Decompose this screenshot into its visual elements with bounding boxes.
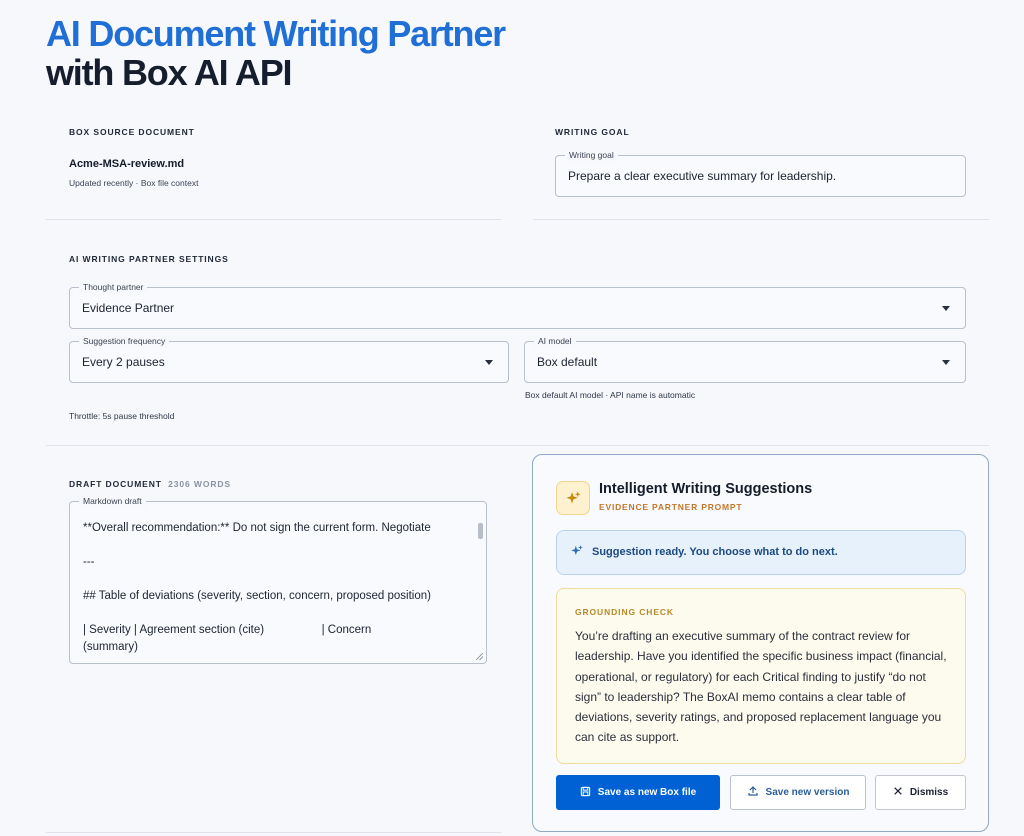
page-title: AI Document Writing Partner with Box AI … bbox=[46, 13, 506, 93]
save-as-new-box-file-button[interactable]: Save as new Box file bbox=[556, 775, 720, 810]
divider bbox=[46, 219, 502, 220]
ai-model-helper: Box default AI model · API name is autom… bbox=[525, 390, 696, 400]
panel-title: Intelligent Writing Suggestions bbox=[599, 481, 813, 497]
grounding-check-label: GROUNDING CHECK bbox=[575, 607, 674, 617]
throttle-text: Throttle: 5s pause threshold bbox=[69, 411, 175, 421]
suggestions-panel: Intelligent Writing Suggestions EVIDENCE… bbox=[532, 454, 989, 832]
source-file-meta: Updated recently · Box file context bbox=[69, 178, 199, 188]
dismiss-button[interactable]: Dismiss bbox=[875, 775, 966, 810]
sparkle-icon bbox=[570, 544, 584, 561]
draft-label: DRAFT DOCUMENT 2306 WORDS bbox=[69, 479, 231, 489]
suggestion-frequency-label: Suggestion frequency bbox=[79, 335, 170, 347]
sparkle-icon bbox=[556, 481, 590, 515]
suggestion-frequency-select[interactable]: Suggestion frequency Every 2 pauses bbox=[69, 335, 509, 383]
divider bbox=[46, 445, 989, 446]
save-icon bbox=[580, 786, 591, 800]
writing-goal-field[interactable]: Writing goal Prepare a clear executive s… bbox=[555, 149, 966, 197]
settings-label: AI WRITING PARTNER SETTINGS bbox=[69, 254, 229, 264]
ai-model-select[interactable]: AI model Box default bbox=[524, 335, 966, 383]
thought-partner-label: Thought partner bbox=[79, 281, 148, 293]
markdown-draft-textarea[interactable]: Markdown draft **Overall recommendation:… bbox=[69, 495, 487, 664]
draft-label-text: DRAFT DOCUMENT bbox=[69, 479, 162, 489]
suggestion-frequency-value: Every 2 pauses bbox=[82, 355, 165, 369]
grounding-check-text: You’re drafting an executive summary of … bbox=[575, 629, 947, 745]
thought-partner-select[interactable]: Thought partner Evidence Partner bbox=[69, 281, 966, 329]
writing-goal-field-label: Writing goal bbox=[565, 149, 618, 161]
dismiss-label: Dismiss bbox=[909, 787, 949, 798]
grounding-check-card: GROUNDING CHECK You’re drafting an execu… bbox=[556, 588, 966, 764]
resize-handle-icon[interactable] bbox=[476, 653, 483, 660]
panel-subtitle: EVIDENCE PARTNER PROMPT bbox=[599, 502, 743, 512]
upload-icon bbox=[747, 785, 759, 800]
chevron-down-icon bbox=[942, 306, 950, 311]
ai-model-label: AI model bbox=[534, 335, 576, 347]
divider bbox=[46, 832, 502, 833]
draft-content[interactable]: **Overall recommendation:** Do not sign … bbox=[83, 520, 468, 653]
divider bbox=[533, 219, 989, 220]
source-document-label: BOX SOURCE DOCUMENT bbox=[69, 127, 195, 137]
chevron-down-icon bbox=[942, 360, 950, 365]
thought-partner-value: Evidence Partner bbox=[82, 301, 175, 315]
scrollbar-thumb[interactable] bbox=[478, 523, 483, 539]
close-icon bbox=[893, 786, 903, 799]
save-new-version-label: Save new version bbox=[765, 787, 850, 798]
word-count-badge: 2306 WORDS bbox=[168, 479, 231, 489]
save-as-new-box-file-label: Save as new Box file bbox=[597, 787, 697, 798]
writing-goal-label: WRITING GOAL bbox=[555, 127, 630, 137]
suggestion-ready-text: Suggestion ready. You choose what to do … bbox=[592, 546, 838, 558]
chevron-down-icon bbox=[485, 360, 493, 365]
save-new-version-button[interactable]: Save new version bbox=[730, 775, 866, 810]
ai-model-value: Box default bbox=[537, 355, 598, 369]
suggestion-ready-banner: Suggestion ready. You choose what to do … bbox=[556, 530, 966, 575]
page-title-line2: with Box AI API bbox=[46, 52, 293, 93]
source-file-name: Acme-MSA-review.md bbox=[69, 158, 185, 170]
writing-goal-value: Prepare a clear executive summary for le… bbox=[568, 169, 837, 183]
page-title-line1: AI Document Writing Partner bbox=[46, 13, 506, 54]
markdown-draft-label: Markdown draft bbox=[79, 495, 146, 507]
